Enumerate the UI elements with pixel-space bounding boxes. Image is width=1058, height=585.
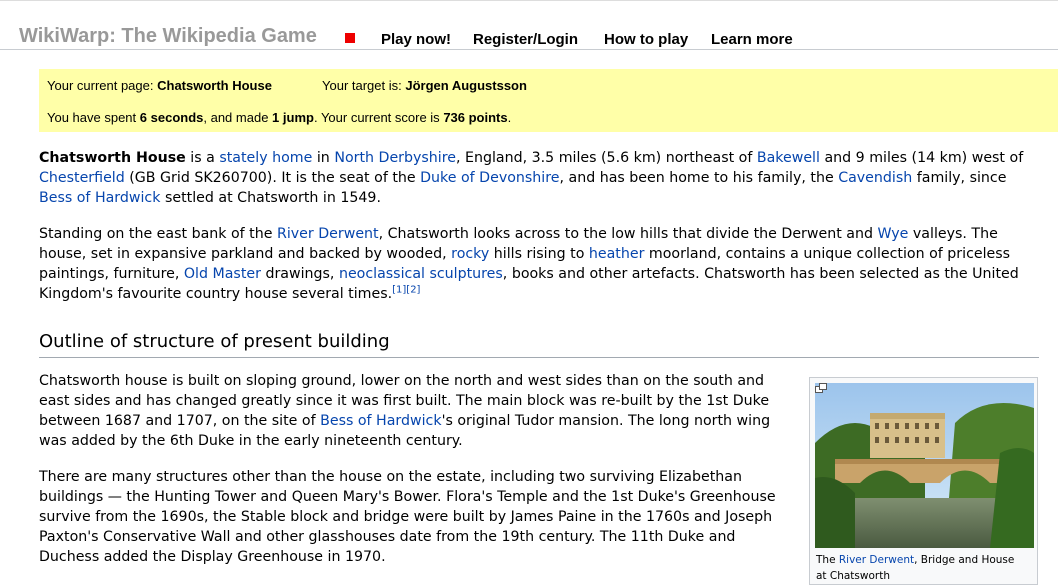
article-paragraph-4: There are many structures other than the…	[39, 469, 776, 565]
spent-prefix: You have spent	[47, 110, 137, 125]
text: hills rising to	[489, 246, 589, 262]
image-caption: The River Derwent, Bridge and House at C…	[816, 552, 1016, 584]
section-heading: Outline of structure of present building	[39, 331, 1039, 358]
text: and 9 miles (14 km) west of	[819, 150, 1024, 166]
enlarge-icon[interactable]	[815, 383, 827, 393]
target-page-value: Jörgen Augustsson	[405, 78, 527, 93]
caption-link-river-derwent[interactable]: River Derwent	[839, 554, 914, 566]
red-square-icon	[345, 33, 355, 43]
score-suffix: .	[507, 110, 512, 125]
score-value: 736 points	[443, 110, 508, 125]
text: , England, 3.5 miles (5.6 km) northeast …	[455, 150, 757, 166]
text: (GB Grid SK260700). It is the seat of th…	[124, 170, 421, 186]
site-title[interactable]: WikiWarp: The Wikipedia Game	[19, 25, 317, 48]
article-intro: Chatsworth House is a stately home in No…	[39, 148, 1039, 320]
link-cavendish[interactable]: Cavendish	[838, 170, 912, 186]
text: , and has been home to his family, the	[559, 170, 839, 186]
current-page-value: Chatsworth House	[157, 78, 272, 93]
reference-2[interactable]: [2]	[406, 284, 420, 295]
text: in	[312, 150, 335, 166]
link-wye[interactable]: Wye	[878, 226, 909, 242]
link-rocky[interactable]: rocky	[451, 246, 489, 262]
current-page-label: Your current page:	[47, 78, 154, 93]
text: settled at Chatsworth in 1549.	[160, 190, 381, 206]
image-thumbnail: The River Derwent, Bridge and House at C…	[809, 377, 1038, 585]
article-title-bold: Chatsworth House	[39, 150, 186, 166]
text: Standing on the east bank of the	[39, 226, 277, 242]
game-status-panel: Your current page: Chatsworth House Your…	[39, 69, 1058, 132]
seconds-value: 6 seconds	[139, 110, 204, 125]
link-bess-of-hardwick-2[interactable]: Bess of Hardwick	[320, 413, 441, 429]
jumps-value: 1 jump	[272, 110, 314, 125]
reference-1[interactable]: [1]	[392, 284, 406, 295]
article-section-body: Chatsworth house is built on sloping gro…	[39, 371, 784, 583]
status-score-row: You have spent 6 seconds, and made 1 jum…	[47, 110, 511, 125]
text: , Chatsworth looks across to the low hil…	[378, 226, 878, 242]
top-navigation-bar: WikiWarp: The Wikipedia Game Play now! R…	[0, 0, 1058, 50]
made-text: , and made	[203, 110, 269, 125]
link-chesterfield[interactable]: Chesterfield	[39, 170, 125, 186]
link-old-master[interactable]: Old Master	[184, 266, 261, 282]
article-paragraph-3: Chatsworth house is built on sloping gro…	[39, 371, 784, 451]
link-heather[interactable]: heather	[589, 246, 645, 262]
article-paragraph-2: Standing on the east bank of the River D…	[39, 224, 1039, 304]
status-pages-row: Your current page: Chatsworth House Your…	[47, 78, 527, 93]
link-neoclassical-sculptures[interactable]: neoclassical sculptures	[339, 266, 503, 282]
target-page-label: Your target is:	[322, 78, 402, 93]
article-paragraph-1: Chatsworth House is a stately home in No…	[39, 148, 1039, 208]
nav-how-to-play[interactable]: How to play	[604, 31, 688, 48]
link-duke-of-devonshire[interactable]: Duke of Devonshire	[420, 170, 559, 186]
chatsworth-photo[interactable]	[815, 383, 1034, 548]
nav-learn-more[interactable]: Learn more	[711, 31, 793, 48]
text: is a	[185, 150, 220, 166]
link-bess-of-hardwick[interactable]: Bess of Hardwick	[39, 190, 160, 206]
nav-play-now[interactable]: Play now!	[381, 31, 451, 48]
target-page: Your target is: Jörgen Augustsson	[322, 78, 527, 93]
text: family, since	[912, 170, 1007, 186]
caption-text: The	[816, 554, 839, 566]
link-river-derwent[interactable]: River Derwent	[277, 226, 379, 242]
score-prefix: . Your current score is	[313, 110, 440, 125]
nav-register-login[interactable]: Register/Login	[473, 31, 578, 48]
link-stately-home[interactable]: stately home	[219, 150, 312, 166]
text: drawings,	[260, 266, 339, 282]
link-bakewell[interactable]: Bakewell	[757, 150, 820, 166]
link-north-derbyshire[interactable]: North Derbyshire	[334, 150, 456, 166]
